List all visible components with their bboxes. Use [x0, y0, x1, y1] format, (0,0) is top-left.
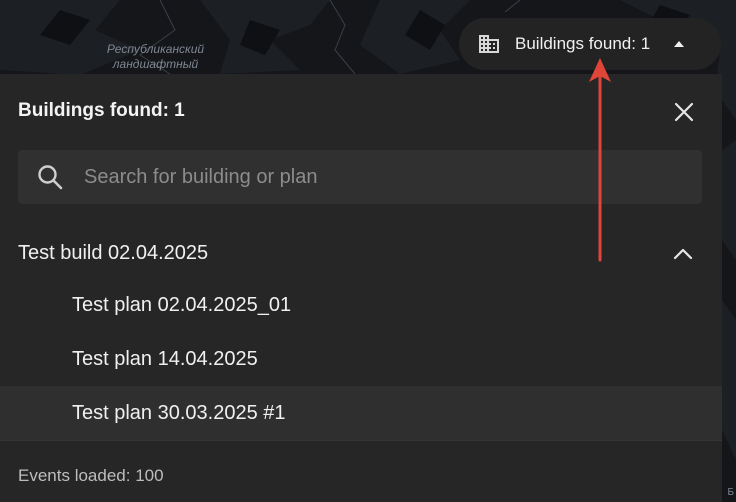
search-box[interactable] [18, 150, 702, 204]
map-place-label-line: Республиканский [106, 42, 205, 56]
search-icon [36, 163, 64, 191]
building-group-header[interactable]: Test build 02.04.2025 [0, 228, 722, 278]
plan-item-selected[interactable]: Test plan 30.03.2025 #1 [0, 386, 722, 440]
search-input[interactable] [82, 164, 666, 190]
buildings-panel: Buildings found: 1 Test build 02.04.2025… [0, 74, 722, 502]
map-corner-label: Б [727, 487, 734, 498]
map-place-label: Республиканский ландшафтный [98, 42, 213, 72]
map-place-label-line: ландшафтный [112, 57, 199, 71]
buildings-found-toggle[interactable]: Buildings found: 1 [459, 18, 721, 70]
chevron-up-icon[interactable] [672, 243, 694, 265]
plan-name: Test plan 02.04.2025_01 [72, 293, 292, 316]
panel-divider [0, 440, 722, 441]
close-button[interactable] [670, 98, 698, 126]
caret-up-icon [674, 41, 685, 47]
building-icon [477, 32, 501, 56]
plan-name: Test plan 30.03.2025 #1 [72, 401, 286, 424]
close-icon [674, 102, 694, 122]
buildings-found-count: Buildings found: 1 [515, 34, 651, 53]
plan-item[interactable]: Test plan 14.04.2025 [0, 332, 722, 386]
events-loaded-status: Events loaded: 100 [18, 466, 164, 485]
panel-title: Buildings found: 1 [18, 100, 185, 121]
building-name: Test build 02.04.2025 [18, 241, 209, 264]
plan-item[interactable]: Test plan 02.04.2025_01 [0, 278, 722, 332]
plan-name: Test plan 14.04.2025 [72, 347, 258, 370]
